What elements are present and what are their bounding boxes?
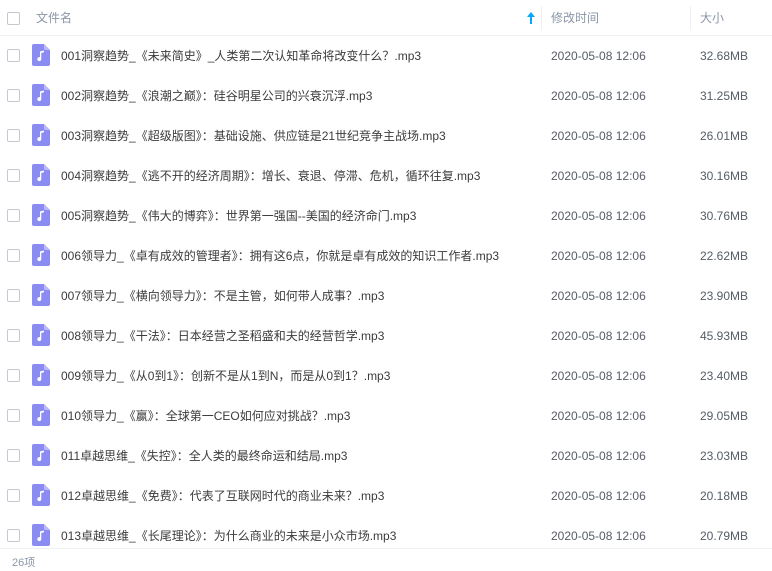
file-name[interactable]: 010领导力_《赢》：全球第一CEO如何应对挑战？.mp3 (61, 396, 536, 436)
file-size: 29.05MB (700, 409, 749, 423)
row-checkbox[interactable] (7, 49, 20, 62)
table-row[interactable]: 011卓越思维_《失控》：全人类的最终命运和结局.mp3 2020-05-08 1… (0, 436, 772, 476)
table-row[interactable]: 003洞察趋势_《超级版图》：基础设施、供应链是21世纪竞争主战场.mp3 202… (0, 116, 772, 156)
audio-file-icon (32, 284, 50, 306)
file-name[interactable]: 012卓越思维_《免费》：代表了互联网时代的商业未来？.mp3 (61, 476, 536, 516)
row-checkbox[interactable] (7, 249, 20, 262)
table-row[interactable]: 010领导力_《赢》：全球第一CEO如何应对挑战？.mp3 2020-05-08 … (0, 396, 772, 436)
table-row[interactable]: 004洞察趋势_《逃不开的经济周期》：增长、衰退、停滞、危机，循环往复.mp3 2… (0, 156, 772, 196)
column-header-size[interactable]: 大小 (700, 0, 724, 36)
arrow-up-icon[interactable] (526, 11, 536, 25)
file-name[interactable]: 008领导力_《干法》：日本经营之圣稻盛和夫的经营哲学.mp3 (61, 316, 536, 356)
row-checkbox[interactable] (7, 329, 20, 342)
table-row[interactable]: 002洞察趋势_《浪潮之巅》：硅谷明星公司的兴衰沉浮.mp3 2020-05-08… (0, 76, 772, 116)
file-size: 32.68MB (700, 49, 749, 63)
audio-file-icon (32, 324, 50, 346)
row-checkbox[interactable] (7, 209, 20, 222)
file-modified-date: 2020-05-08 12:06 (551, 249, 646, 263)
file-rows: 001洞察趋势_《未来简史》_人类第二次认知革命将改变什么？.mp3 2020-0… (0, 36, 772, 556)
audio-file-icon (32, 404, 50, 426)
file-size: 30.16MB (700, 169, 749, 183)
audio-file-icon (32, 244, 50, 266)
file-list-panel: 文件名 修改时间 大小 001洞察趋势_《未来简史》_人类第二次认知革命将改变什… (0, 0, 772, 571)
file-size: 26.01MB (700, 129, 749, 143)
audio-file-icon (32, 84, 50, 106)
file-name[interactable]: 007领导力_《横向领导力》：不是主管，如何带人成事？.mp3 (61, 276, 536, 316)
row-checkbox[interactable] (7, 489, 20, 502)
audio-file-icon (32, 204, 50, 226)
table-row[interactable]: 007领导力_《横向领导力》：不是主管，如何带人成事？.mp3 2020-05-0… (0, 276, 772, 316)
file-name[interactable]: 004洞察趋势_《逃不开的经济周期》：增长、衰退、停滞、危机，循环往复.mp3 (61, 156, 536, 196)
file-modified-date: 2020-05-08 12:06 (551, 289, 646, 303)
file-modified-date: 2020-05-08 12:06 (551, 129, 646, 143)
table-row[interactable]: 005洞察趋势_《伟大的博弈》：世界第一强国--美国的经济命门.mp3 2020-… (0, 196, 772, 236)
column-divider[interactable] (690, 6, 691, 30)
item-count: 26项 (12, 557, 36, 569)
file-name[interactable]: 002洞察趋势_《浪潮之巅》：硅谷明星公司的兴衰沉浮.mp3 (61, 76, 536, 116)
row-checkbox[interactable] (7, 289, 20, 302)
file-name[interactable]: 006领导力_《卓有成效的管理者》：拥有这6点，你就是卓有成效的知识工作者.mp… (61, 236, 536, 276)
column-divider[interactable] (541, 6, 542, 30)
audio-file-icon (32, 524, 50, 546)
list-header: 文件名 修改时间 大小 (0, 0, 772, 36)
file-name[interactable]: 009领导力_《从0到1》：创新不是从1到N，而是从0到1？.mp3 (61, 356, 536, 396)
file-modified-date: 2020-05-08 12:06 (551, 169, 646, 183)
file-name[interactable]: 001洞察趋势_《未来简史》_人类第二次认知革命将改变什么？.mp3 (61, 36, 536, 76)
file-name[interactable]: 011卓越思维_《失控》：全人类的最终命运和结局.mp3 (61, 436, 536, 476)
file-modified-date: 2020-05-08 12:06 (551, 369, 646, 383)
audio-file-icon (32, 44, 50, 66)
audio-file-icon (32, 444, 50, 466)
file-modified-date: 2020-05-08 12:06 (551, 209, 646, 223)
file-size: 30.76MB (700, 209, 749, 223)
file-name[interactable]: 005洞察趋势_《伟大的博弈》：世界第一强国--美国的经济命门.mp3 (61, 196, 536, 236)
table-row[interactable]: 008领导力_《干法》：日本经营之圣稻盛和夫的经营哲学.mp3 2020-05-0… (0, 316, 772, 356)
file-modified-date: 2020-05-08 12:06 (551, 49, 646, 63)
file-modified-date: 2020-05-08 12:06 (551, 449, 646, 463)
status-bar: 26项 (0, 548, 772, 571)
column-header-date[interactable]: 修改时间 (551, 0, 599, 36)
file-size: 20.18MB (700, 489, 749, 503)
column-header-name[interactable]: 文件名 (36, 0, 72, 36)
row-checkbox[interactable] (7, 89, 20, 102)
table-row[interactable]: 001洞察趋势_《未来简史》_人类第二次认知革命将改变什么？.mp3 2020-0… (0, 36, 772, 76)
file-size: 31.25MB (700, 89, 749, 103)
table-row[interactable]: 009领导力_《从0到1》：创新不是从1到N，而是从0到1？.mp3 2020-0… (0, 356, 772, 396)
file-name[interactable]: 003洞察趋势_《超级版图》：基础设施、供应链是21世纪竞争主战场.mp3 (61, 116, 536, 156)
file-modified-date: 2020-05-08 12:06 (551, 489, 646, 503)
file-size: 23.03MB (700, 449, 749, 463)
table-row[interactable]: 006领导力_《卓有成效的管理者》：拥有这6点，你就是卓有成效的知识工作者.mp… (0, 236, 772, 276)
file-modified-date: 2020-05-08 12:06 (551, 329, 646, 343)
file-size: 23.40MB (700, 369, 749, 383)
row-checkbox[interactable] (7, 449, 20, 462)
audio-file-icon (32, 124, 50, 146)
audio-file-icon (32, 164, 50, 186)
row-checkbox[interactable] (7, 529, 20, 542)
file-size: 45.93MB (700, 329, 749, 343)
row-checkbox[interactable] (7, 409, 20, 422)
file-modified-date: 2020-05-08 12:06 (551, 89, 646, 103)
audio-file-icon (32, 484, 50, 506)
file-size: 23.90MB (700, 289, 749, 303)
file-size: 22.62MB (700, 249, 749, 263)
file-modified-date: 2020-05-08 12:06 (551, 409, 646, 423)
select-all-checkbox[interactable] (7, 12, 20, 25)
row-checkbox[interactable] (7, 169, 20, 182)
audio-file-icon (32, 364, 50, 386)
row-checkbox[interactable] (7, 369, 20, 382)
table-row[interactable]: 012卓越思维_《免费》：代表了互联网时代的商业未来？.mp3 2020-05-0… (0, 476, 772, 516)
row-checkbox[interactable] (7, 129, 20, 142)
